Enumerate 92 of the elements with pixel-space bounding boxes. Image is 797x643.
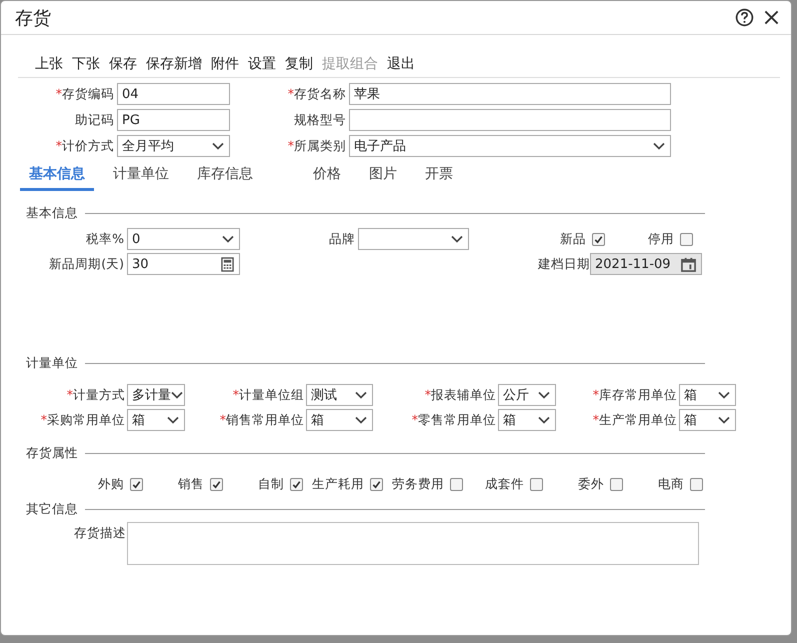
checkbox[interactable] xyxy=(210,478,223,491)
calendar-icon xyxy=(681,256,696,272)
section-title: 存货属性 xyxy=(26,445,78,462)
field-label: *采购常用单位 xyxy=(40,412,125,428)
field-label: 成套件 xyxy=(485,476,524,493)
chevron-down-icon xyxy=(653,142,665,150)
field-label: 停用 xyxy=(648,230,674,248)
field-label: *存货编码 xyxy=(54,86,114,102)
field-label: *所属类别 xyxy=(286,138,346,154)
toolbar-button[interactable]: 复制 xyxy=(282,55,316,73)
chevron-down-icon xyxy=(355,391,367,399)
field-label: *计量方式 xyxy=(66,386,125,404)
chevron-down-icon xyxy=(171,391,183,399)
toolbar-button[interactable]: 下张 xyxy=(69,55,103,73)
checkbox[interactable] xyxy=(450,478,463,491)
chevron-down-icon xyxy=(538,416,550,424)
dropdown[interactable]: 测试 xyxy=(306,384,373,406)
section-title: 基本信息 xyxy=(26,205,78,222)
input-field[interactable]: 30 xyxy=(127,253,240,275)
window-title: 存货 xyxy=(15,6,51,30)
field-label: 建档日期 xyxy=(538,256,590,272)
tab[interactable]: 计量单位 xyxy=(104,163,178,191)
toolbar-button[interactable]: 保存新增 xyxy=(143,55,205,73)
field-label: *生产常用单位 xyxy=(592,412,677,428)
dropdown[interactable]: 公斤 xyxy=(498,384,556,406)
checkbox[interactable] xyxy=(370,478,383,491)
dropdown[interactable]: 箱 xyxy=(498,409,556,431)
field-label: 生产耗用 xyxy=(312,476,364,493)
toolbar-button[interactable]: 退出 xyxy=(384,55,418,73)
calculator-icon xyxy=(221,256,234,272)
dropdown[interactable]: 电子产品 xyxy=(349,135,671,157)
chevron-down-icon xyxy=(538,391,550,399)
section-title: 计量单位 xyxy=(26,355,78,372)
field-label: *库存常用单位 xyxy=(592,386,677,404)
checkbox[interactable] xyxy=(592,232,605,246)
input-field[interactable]: 04 xyxy=(117,83,230,105)
chevron-down-icon xyxy=(355,416,367,424)
dropdown[interactable]: 箱 xyxy=(127,409,185,431)
field-label: *存货名称 xyxy=(286,86,346,102)
dropdown[interactable]: 箱 xyxy=(306,409,373,431)
toolbar-button[interactable]: 附件 xyxy=(208,55,242,73)
field-label: 助记码 xyxy=(74,112,114,128)
checkbox[interactable] xyxy=(680,232,693,246)
section-title: 其它信息 xyxy=(26,501,78,518)
field-label: 外购 xyxy=(98,476,124,493)
chevron-down-icon xyxy=(167,416,179,424)
chevron-down-icon xyxy=(451,235,463,243)
checkbox[interactable] xyxy=(130,478,143,491)
checkbox[interactable] xyxy=(290,478,303,491)
input-field[interactable]: PG xyxy=(117,109,230,131)
dropdown[interactable]: 箱 xyxy=(679,409,736,431)
dropdown[interactable]: 箱 xyxy=(679,384,736,406)
field-label: 委外 xyxy=(578,476,604,493)
field-label: *计价方式 xyxy=(54,138,114,154)
field-label: 存货描述 xyxy=(73,525,126,542)
field-label: 品牌 xyxy=(328,230,355,248)
chevron-down-icon xyxy=(222,235,234,243)
close-icon[interactable] xyxy=(764,10,779,25)
toolbar-button[interactable]: 上张 xyxy=(32,55,66,73)
tab[interactable]: 图片 xyxy=(360,163,406,191)
input-field[interactable]: 苹果 xyxy=(349,83,671,105)
chevron-down-icon xyxy=(718,391,730,399)
field-label: *报表辅单位 xyxy=(424,386,496,404)
toolbar-button[interactable]: 设置 xyxy=(245,55,279,73)
field-label: 电商 xyxy=(658,476,684,493)
checkbox[interactable] xyxy=(610,478,623,491)
field-label: 税率% xyxy=(85,230,124,248)
dropdown[interactable] xyxy=(358,228,469,250)
dropdown[interactable]: 全月平均 xyxy=(117,135,230,157)
chevron-down-icon xyxy=(718,416,730,424)
field-label: 新品 xyxy=(560,230,586,248)
dropdown[interactable]: 多计量 xyxy=(127,384,185,406)
field-label: *计量单位组 xyxy=(232,386,304,404)
chevron-down-icon xyxy=(212,142,224,150)
tab[interactable]: 价格 xyxy=(304,163,350,191)
field-label: 劳务费用 xyxy=(392,476,444,493)
field-label: 规格型号 xyxy=(293,112,346,128)
checkbox[interactable] xyxy=(530,478,543,491)
help-icon[interactable] xyxy=(735,8,754,27)
field-label: *销售常用单位 xyxy=(218,412,304,428)
input-field[interactable] xyxy=(349,109,671,131)
toolbar-button[interactable]: 保存 xyxy=(106,55,140,73)
tab[interactable]: 基本信息 xyxy=(20,163,94,191)
tab[interactable]: 开票 xyxy=(416,163,462,191)
field-label: 销售 xyxy=(178,476,204,493)
field-label: 新品周期(天) xyxy=(48,256,124,272)
field-label: 自制 xyxy=(258,476,284,493)
text-area[interactable] xyxy=(127,522,699,565)
dropdown[interactable]: 0 xyxy=(127,228,240,250)
field-label: *零售常用单位 xyxy=(410,412,496,428)
tab[interactable]: 库存信息 xyxy=(188,163,262,191)
checkbox[interactable] xyxy=(690,478,703,491)
